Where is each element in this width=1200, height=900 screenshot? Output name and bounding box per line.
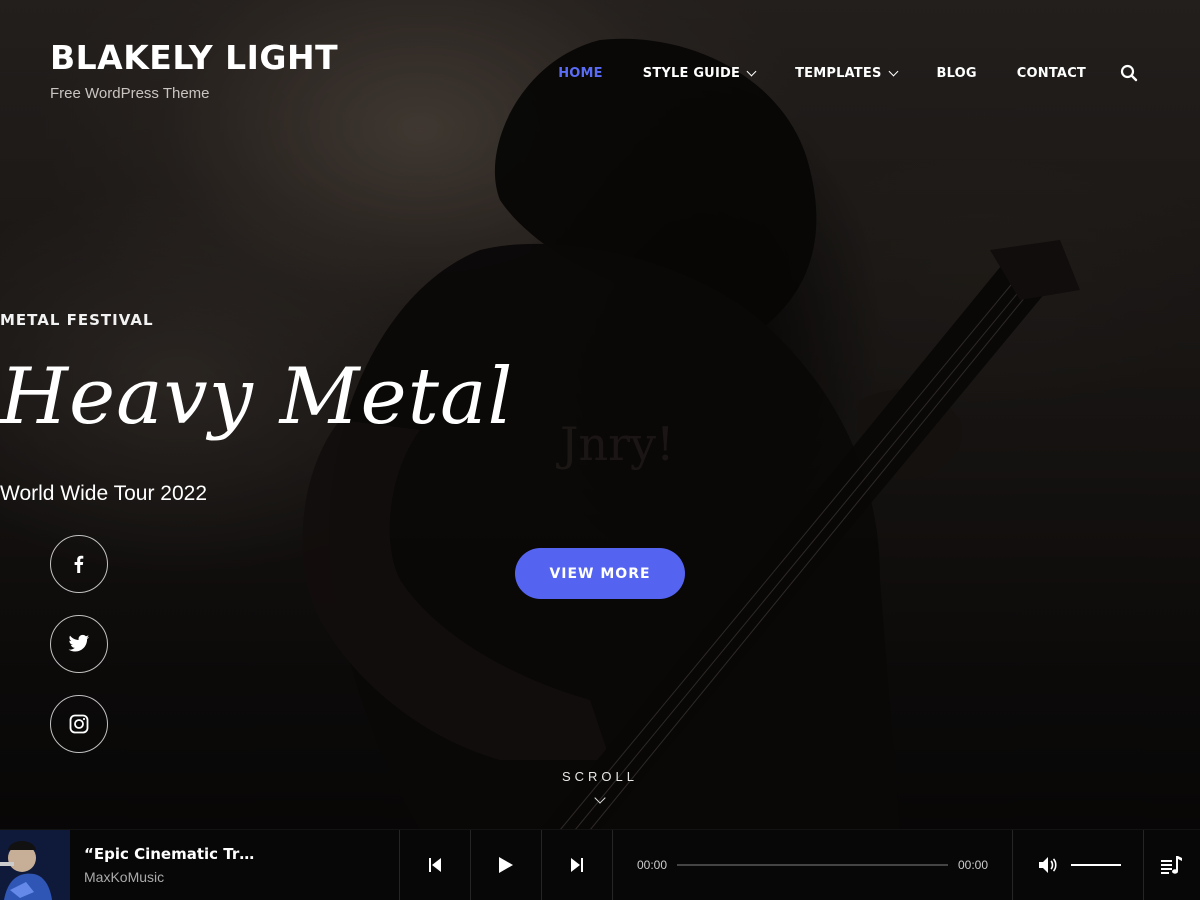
nav-item-style-guide[interactable]: STYLE GUIDE: [642, 65, 757, 81]
volume-icon[interactable]: [1039, 856, 1059, 874]
chevron-down-icon: [888, 66, 898, 76]
site-tagline: Free WordPress Theme: [50, 85, 210, 102]
next-button[interactable]: [542, 830, 613, 900]
previous-button[interactable]: [400, 830, 471, 900]
hero-overlay: [0, 0, 1200, 900]
view-more-button[interactable]: VIEW MORE: [515, 548, 685, 599]
track-title: “Epic Cinematic Tr…: [84, 845, 255, 863]
instagram-icon: [69, 714, 89, 734]
nav-item-label: HOME: [558, 65, 603, 81]
skip-previous-icon: [429, 858, 441, 872]
hero-subtitle: World Wide Tour 2022: [0, 482, 207, 505]
facebook-link[interactable]: [50, 535, 108, 593]
nav-item-blog[interactable]: BLOG: [937, 66, 977, 81]
facebook-icon: [74, 555, 84, 573]
play-button[interactable]: [471, 830, 542, 900]
search-icon[interactable]: [1120, 64, 1138, 82]
instagram-link[interactable]: [50, 695, 108, 753]
playlist-icon: [1161, 856, 1182, 874]
track-artist: MaxKoMusic: [84, 869, 165, 885]
track-info: “Epic Cinematic Tr… MaxKoMusic: [70, 830, 400, 900]
twitter-link[interactable]: [50, 615, 108, 673]
nav-item-label: STYLE GUIDE: [642, 65, 741, 81]
scroll-indicator[interactable]: SCROLL: [0, 769, 1200, 784]
nav-item-label: TEMPLATES: [795, 65, 882, 81]
main-nav: HOME STYLE GUIDE TEMPLATES BLOG CONTACT: [558, 64, 1138, 82]
nav-item-contact[interactable]: CONTACT: [1017, 66, 1086, 81]
progress-section: 00:00 00:00: [613, 830, 1013, 900]
album-art: [0, 830, 70, 900]
playlist-button[interactable]: [1144, 830, 1200, 900]
duration: 00:00: [957, 858, 988, 872]
play-icon: [499, 857, 513, 873]
nav-item-templates[interactable]: TEMPLATES: [795, 65, 898, 81]
nav-item-label: CONTACT: [1016, 65, 1086, 81]
social-links: [50, 535, 108, 775]
audio-player: “Epic Cinematic Tr… MaxKoMusic 00:00 00:…: [0, 829, 1200, 900]
nav-item-label: BLOG: [936, 65, 977, 81]
skip-next-icon: [571, 858, 583, 872]
nav-item-home[interactable]: HOME: [558, 66, 603, 81]
volume-slider[interactable]: [1071, 864, 1121, 866]
hero-eyebrow: METAL FESTIVAL: [0, 311, 154, 329]
site-title[interactable]: BLAKELY LIGHT: [50, 38, 338, 77]
progress-bar[interactable]: [677, 864, 948, 866]
volume-section: [1013, 830, 1144, 900]
volume-fill: [1071, 864, 1121, 866]
current-time: 00:00: [637, 858, 668, 872]
chevron-down-icon: [746, 66, 757, 76]
twitter-icon: [68, 634, 90, 652]
hero-title: Heavy Metal: [0, 352, 514, 442]
page: Jnry! BLAKELY LIGHT Free WordPress Theme…: [0, 0, 1200, 900]
